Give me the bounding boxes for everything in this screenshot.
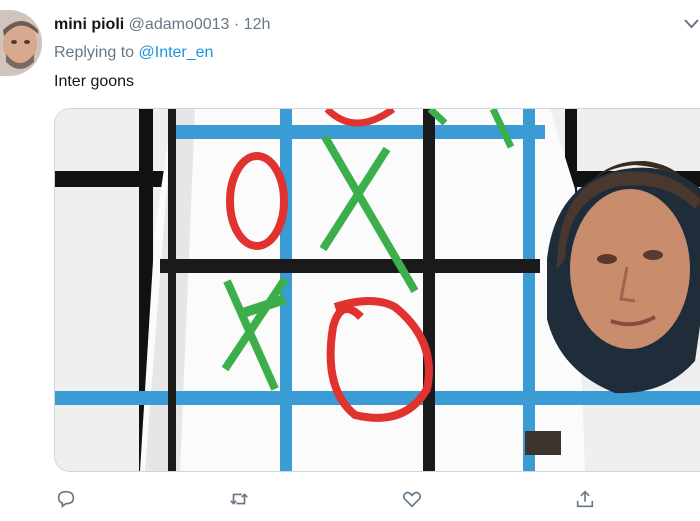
retweet-button[interactable] bbox=[224, 484, 254, 514]
avatar-image bbox=[0, 10, 42, 76]
timestamp[interactable]: 12h bbox=[244, 16, 271, 33]
replying-label: Replying to bbox=[54, 44, 135, 61]
heart-icon bbox=[403, 491, 421, 508]
replying-to: Replying to @Inter_en bbox=[54, 44, 213, 62]
tweet-text: Inter goons bbox=[54, 73, 135, 90]
tweet-actions bbox=[0, 484, 700, 514]
separator-dot: · bbox=[233, 16, 240, 33]
reply-icon bbox=[57, 490, 75, 508]
retweet-icon bbox=[230, 493, 248, 505]
like-button[interactable] bbox=[397, 484, 427, 514]
share-icon bbox=[576, 490, 594, 508]
share-button[interactable] bbox=[570, 484, 600, 514]
tweet-media[interactable] bbox=[54, 108, 700, 472]
author-name[interactable]: mini pioli bbox=[54, 16, 124, 33]
avatar[interactable] bbox=[0, 10, 42, 76]
tictactoe-meme-image bbox=[55, 109, 700, 471]
author-handle[interactable]: @adamo0013 bbox=[129, 16, 230, 33]
tweet-header: mini pioli @adamo0013 · 12h bbox=[54, 15, 270, 35]
mention-link[interactable]: @Inter_en bbox=[139, 44, 214, 61]
reply-button[interactable] bbox=[51, 484, 81, 514]
chevron-down-icon[interactable] bbox=[683, 17, 700, 31]
